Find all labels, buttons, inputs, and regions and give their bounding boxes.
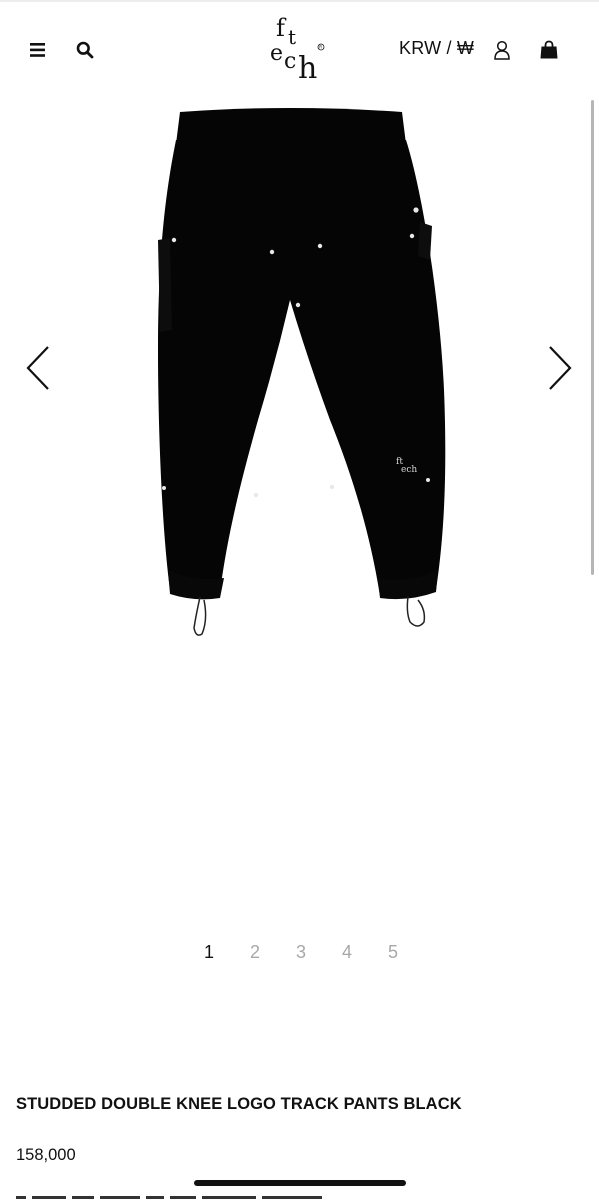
fitech-logo-icon: f t e c h R <box>270 14 325 86</box>
account-button[interactable] <box>489 36 515 64</box>
image-pagination: 1 2 3 4 5 <box>186 942 416 963</box>
cutoff-description-text <box>16 1192 346 1200</box>
page-3[interactable]: 3 <box>278 942 324 963</box>
page-2[interactable]: 2 <box>232 942 278 963</box>
search-button[interactable] <box>70 36 100 64</box>
svg-text:ech: ech <box>401 465 417 475</box>
home-indicator[interactable] <box>194 1180 406 1186</box>
svg-text:t: t <box>288 25 296 49</box>
previous-image-button[interactable] <box>18 340 58 396</box>
product-price: 158,000 <box>16 1146 76 1164</box>
menu-button[interactable] <box>24 36 52 64</box>
product-image[interactable]: ft ech <box>140 100 460 645</box>
svg-text:e: e <box>270 41 283 66</box>
track-pants-image: ft ech <box>158 108 446 636</box>
top-divider <box>0 0 599 2</box>
cart-button[interactable] <box>536 36 562 64</box>
page-1[interactable]: 1 <box>186 942 232 963</box>
page-4[interactable]: 4 <box>324 942 370 963</box>
product-title: STUDDED DOUBLE KNEE LOGO TRACK PANTS BLA… <box>16 1095 462 1113</box>
chevron-right-icon <box>549 346 572 390</box>
search-icon <box>76 41 94 59</box>
brand-logo[interactable]: f t e c h R <box>266 10 332 86</box>
account-user-icon <box>494 40 510 60</box>
page-scrollbar[interactable] <box>591 100 594 575</box>
currency-selector[interactable]: KRW / ₩ <box>399 38 474 59</box>
next-image-button[interactable] <box>540 340 580 396</box>
page-5[interactable]: 5 <box>370 942 416 963</box>
svg-text:h: h <box>298 51 317 82</box>
svg-text:f: f <box>276 14 287 42</box>
chevron-left-icon <box>26 346 49 390</box>
hamburger-menu-icon <box>30 43 45 57</box>
shopping-bag-icon <box>540 40 558 59</box>
svg-text:c: c <box>284 49 296 74</box>
svg-text:R: R <box>319 45 322 50</box>
